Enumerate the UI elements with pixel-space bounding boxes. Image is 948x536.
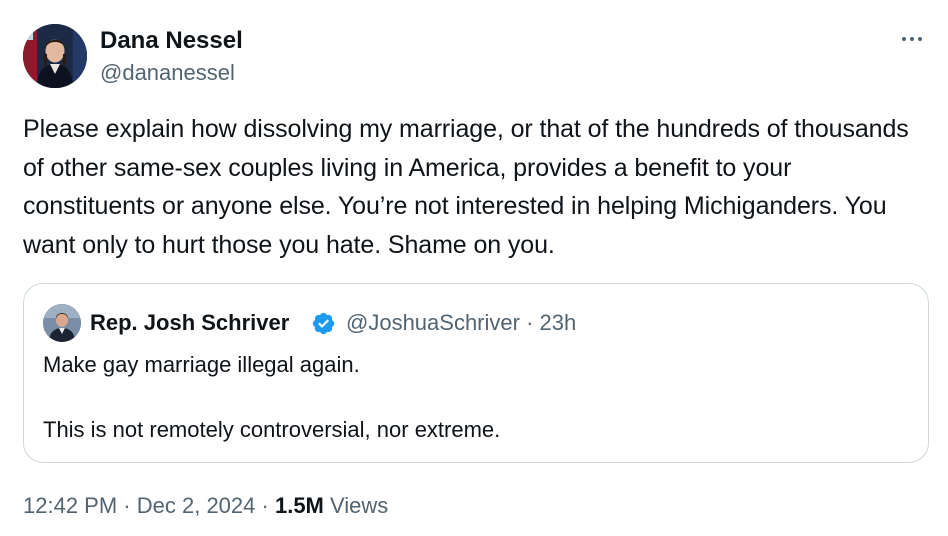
tweet-meta: 12:42 PM · Dec 2, 2024 · 1.5M Views xyxy=(23,493,388,519)
more-horizontal-icon xyxy=(902,37,906,41)
quoted-author-name[interactable]: Rep. Josh Schriver xyxy=(90,310,289,336)
quoted-handle-and-time[interactable]: @JoshuaSchriver · 23h xyxy=(346,310,576,336)
verified-badge-icon xyxy=(312,312,335,335)
more-horizontal-icon-dot xyxy=(918,37,922,41)
tweet-text: Please explain how dissolving my marriag… xyxy=(23,115,909,259)
quoted-author-avatar[interactable] xyxy=(43,304,81,342)
tweet-time[interactable]: 12:42 PM xyxy=(23,493,117,518)
quoted-text-line2: This is not remotely controversial, nor … xyxy=(43,417,501,442)
tweet-date[interactable]: Dec 2, 2024 xyxy=(137,493,256,518)
quoted-tweet-card[interactable]: Rep. Josh Schriver @JoshuaSchriver · 23h… xyxy=(23,283,929,463)
quoted-separator: · xyxy=(526,310,534,335)
meta-separator: · xyxy=(123,493,131,518)
quoted-text-line1: Make gay marriage illegal again. xyxy=(43,352,360,377)
tweet-card: Dana Nessel @dananessel Please explain h… xyxy=(0,0,948,536)
quoted-timestamp[interactable]: 23h xyxy=(540,310,577,335)
author-avatar[interactable] xyxy=(23,24,87,88)
author-handle[interactable]: @dananessel xyxy=(100,60,235,86)
views-label: Views xyxy=(330,493,389,518)
quoted-author-handle[interactable]: @JoshuaSchriver xyxy=(346,310,520,335)
more-options-button[interactable] xyxy=(896,26,928,52)
meta-separator-2: · xyxy=(261,493,269,518)
author-name[interactable]: Dana Nessel xyxy=(100,27,243,55)
more-horizontal-icon-dot xyxy=(910,37,914,41)
views-count: 1.5M xyxy=(274,493,324,518)
